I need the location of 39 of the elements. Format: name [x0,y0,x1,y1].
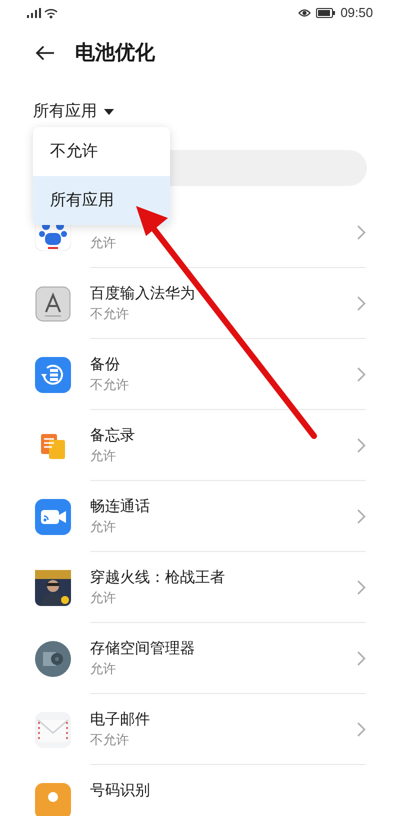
permission-status: 不允许 [90,376,130,394]
letter-key-icon [35,286,71,322]
page-title: 电池优化 [75,41,155,66]
eye-icon [298,8,312,18]
filter-dropdown[interactable]: 所有应用 [33,100,114,124]
permission-status: 允许 [90,446,117,464]
permission-status: 允许 [90,234,117,252]
battery-icon [316,8,336,18]
app-name: 号码识别 [90,780,151,800]
app-name: 备份 [90,354,121,374]
chevron-right-icon [357,722,366,736]
storage-gear-icon [35,640,71,676]
app-name: 穿越火线：枪战王者 [90,568,226,588]
permission-status: 允许 [90,588,117,606]
status-time: 09:50 [340,4,373,22]
permission-status: 允许 [90,518,117,536]
menu-item[interactable]: 所有应用 [33,176,170,225]
caret-icon [104,109,114,115]
app-name: 百度输入法华为 [90,284,196,304]
menu-item[interactable]: 不允许 [33,127,170,176]
chevron-right-icon [357,438,366,452]
chevron-right-icon [357,224,366,240]
app-name: 存储空间管理器 [90,638,196,658]
chevron-right-icon [357,366,366,382]
signal-icon [27,8,41,18]
envelope-icon [35,712,71,748]
backup-icon [35,356,71,392]
chevron-right-icon [357,508,366,524]
app-name: 畅连通话 [90,496,151,516]
app-name: 电子邮件 [90,710,151,730]
permission-status: 不允许 [90,304,130,322]
app-name: 备忘录 [90,426,136,446]
chevron-right-icon [357,580,366,594]
wifi-icon [44,8,58,18]
permission-status: 不允许 [90,730,130,748]
permission-status: 允许 [90,660,117,678]
video-call-icon [35,498,71,534]
chevron-right-icon [357,296,366,310]
chevron-right-icon [357,650,366,666]
